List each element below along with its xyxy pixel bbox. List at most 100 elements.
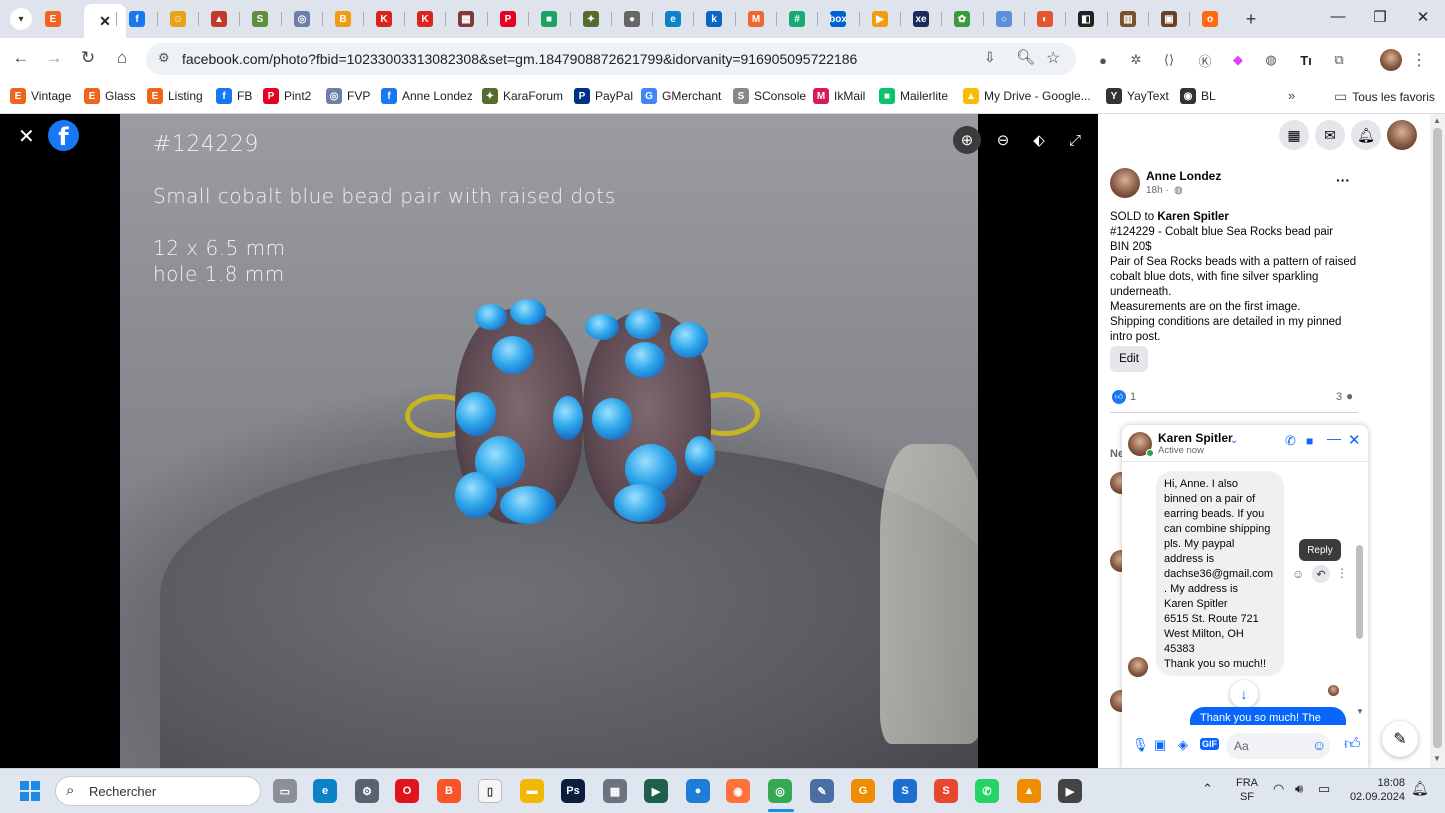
scroll-up-arrow-icon[interactable]: ▲ (1433, 116, 1441, 125)
firefox-taskbar-icon[interactable]: ◉ (726, 779, 750, 803)
file-explorer-small-taskbar-icon[interactable]: ▭ (273, 779, 297, 803)
phone-call-icon[interactable]: ✆ (1285, 433, 1296, 449)
thumbs-up-icon[interactable]: 👍︎ (1344, 735, 1361, 754)
chrome-taskbar-icon[interactable]: ◎ (768, 779, 792, 803)
wifi-icon[interactable]: ◠ (1273, 781, 1284, 797)
s-blue-taskbar-icon[interactable]: S (893, 779, 917, 803)
tag-button[interactable]: ⬖ (1025, 126, 1053, 154)
bookmark-fb[interactable]: f FB (216, 88, 252, 104)
outgoing-message[interactable]: Thank you so much! The (1190, 707, 1346, 725)
mention-link[interactable]: Karen Spitler (1157, 211, 1229, 223)
notepad-taskbar-icon[interactable]: ▯ (478, 779, 502, 803)
tab-magento[interactable]: M (741, 6, 771, 32)
minimize-button[interactable]: — (1316, 8, 1360, 25)
chat-contact-name[interactable]: Karen Spitler (1158, 431, 1233, 445)
app-orange-taskbar-icon[interactable]: G (851, 779, 875, 803)
microphone-icon[interactable]: 🎙︎ (1132, 737, 1149, 753)
extension-text-icon[interactable]: Tı (1297, 51, 1315, 69)
extension-6-icon[interactable]: ◍ (1262, 51, 1280, 69)
bookmark-anne-londez[interactable]: f Anne Londez (381, 88, 473, 104)
photo-icon[interactable]: ▣ (1154, 737, 1166, 753)
extension-3-icon[interactable]: ⟨⟩ (1160, 51, 1178, 69)
bookmark-glass[interactable]: E Glass (84, 88, 136, 104)
scroll-to-bottom-button[interactable]: ↓ (1230, 680, 1258, 708)
close-viewer-icon[interactable]: ✕ (18, 124, 35, 149)
photoshop-taskbar-icon[interactable]: Ps (561, 779, 585, 803)
tab-pinterest[interactable]: P (493, 6, 523, 32)
incoming-message[interactable]: Hi, Anne. I also binned on a pair of ear… (1156, 471, 1284, 676)
s-red-taskbar-icon[interactable]: S (934, 779, 958, 803)
tab-k-red2[interactable]: K (410, 6, 440, 32)
bookmark-gmerchant[interactable]: G GMerchant (641, 88, 721, 104)
comment-count[interactable]: 3 (1336, 391, 1342, 403)
brave-taskbar-icon[interactable]: B (437, 779, 461, 803)
tab-books[interactable]: ▥ (1113, 6, 1143, 32)
bookmark-bl[interactable]: ◉ BL (1180, 88, 1216, 104)
volume-icon[interactable]: 🔊︎ (1295, 781, 1303, 797)
extensions-puzzle-icon[interactable]: ⧉ (1330, 51, 1348, 69)
calculator-taskbar-icon[interactable]: ▦ (603, 779, 627, 803)
tab-o-orange[interactable]: o (1195, 6, 1225, 32)
reload-button[interactable]: ↻ (76, 48, 100, 68)
tab-emoji[interactable]: ☺ (163, 6, 193, 32)
close-window-button[interactable]: ✕ (1401, 8, 1445, 26)
bookmark-pint2[interactable]: P Pint2 (263, 88, 311, 104)
messenger-button[interactable]: ✉ (1315, 120, 1345, 150)
bookmark-yaytext[interactable]: Y YayText (1106, 88, 1169, 104)
scroll-down-arrow-icon[interactable]: ▼ (1433, 754, 1441, 763)
new-message-button[interactable]: ✎ (1382, 721, 1418, 757)
zoom-in-button[interactable]: ⊕ (953, 126, 981, 154)
bookmark-listing[interactable]: E Listing (147, 88, 203, 104)
page-scrollbar[interactable]: ▲ ▼ (1430, 114, 1445, 768)
site-info-icon[interactable]: ⚙ (158, 50, 170, 66)
tab-facebook[interactable]: f (122, 6, 152, 32)
like-count[interactable]: 1 (1130, 391, 1136, 403)
bookmark-mailerlite[interactable]: ■ Mailerlite (879, 88, 948, 104)
install-app-icon[interactable]: ⇩ (984, 49, 996, 66)
tab-chat[interactable]: ■ (534, 6, 564, 32)
bookmark-karaforum[interactable]: ✦ KaraForum (482, 88, 563, 104)
tab-shopify[interactable]: S (245, 6, 275, 32)
forward-button[interactable]: → (42, 48, 66, 68)
tab-box[interactable]: box (823, 6, 853, 32)
chat-scrollbar[interactable] (1356, 545, 1363, 639)
all-bookmarks-folder[interactable]: ▭ Tous les favoris (1334, 88, 1435, 105)
chevron-down-icon[interactable]: ⌄ (1230, 435, 1238, 446)
more-actions-icon[interactable]: ⋮ (1336, 566, 1348, 580)
notification-bell-icon[interactable]: 🔔︎ (1411, 780, 1429, 797)
media-taskbar-icon[interactable]: ▶ (1058, 779, 1082, 803)
author-avatar[interactable] (1110, 168, 1140, 198)
new-tab-button[interactable]: + (1236, 6, 1266, 32)
reply-icon[interactable]: ↶ (1312, 565, 1330, 583)
bookmark-star-icon[interactable]: ☆ (1046, 48, 1060, 68)
post-time[interactable]: 18h · (1146, 185, 1169, 196)
sticker-icon[interactable]: ◈ (1178, 737, 1188, 753)
tab-play[interactable]: ▶ (865, 6, 895, 32)
tab-frog[interactable]: ✿ (947, 6, 977, 32)
notifications-button[interactable]: 🔔︎ (1351, 120, 1381, 150)
emoji-icon[interactable]: ☺ (1312, 737, 1326, 753)
extension-2-icon[interactable]: ✲ (1127, 51, 1145, 69)
account-avatar[interactable] (1387, 120, 1417, 150)
clock[interactable]: 18:08 02.09.2024 (1345, 776, 1405, 804)
menu-grid-button[interactable]: ▦ (1279, 120, 1309, 150)
home-button[interactable]: ⌂ (110, 48, 134, 68)
tab-grid[interactable]: ▦ (451, 6, 481, 32)
minimize-chat-icon[interactable]: — (1327, 430, 1341, 446)
menu-kebab-icon[interactable]: ⋮ (1410, 51, 1428, 69)
bookmark-sconsole[interactable]: S SConsole (733, 88, 806, 104)
taskbar-search[interactable]: ⌕ Rechercher (55, 776, 261, 806)
tab-turtle[interactable]: ✦ (576, 6, 606, 32)
tray-chevron-icon[interactable]: ⌃ (1202, 781, 1213, 797)
terminal-taskbar-icon[interactable]: ▶ (644, 779, 668, 803)
author-name[interactable]: Anne Londez (1146, 169, 1221, 183)
url-text[interactable]: facebook.com/photo?fbid=1023300331308230… (182, 51, 857, 67)
app-blue-taskbar-icon[interactable]: ● (686, 779, 710, 803)
bookmark-my-drive-google[interactable]: ▲ My Drive - Google... (963, 88, 1091, 104)
settings-taskbar-icon[interactable]: ⚙ (355, 779, 379, 803)
address-bar[interactable]: ⚙ facebook.com/photo?fbid=10233003313082… (146, 43, 1076, 75)
whatsapp-taskbar-icon[interactable]: ✆ (975, 779, 999, 803)
vlc-taskbar-icon[interactable]: ▲ (1017, 779, 1041, 803)
sender-avatar[interactable] (1128, 657, 1148, 677)
gif-icon[interactable]: GIF (1200, 738, 1219, 750)
